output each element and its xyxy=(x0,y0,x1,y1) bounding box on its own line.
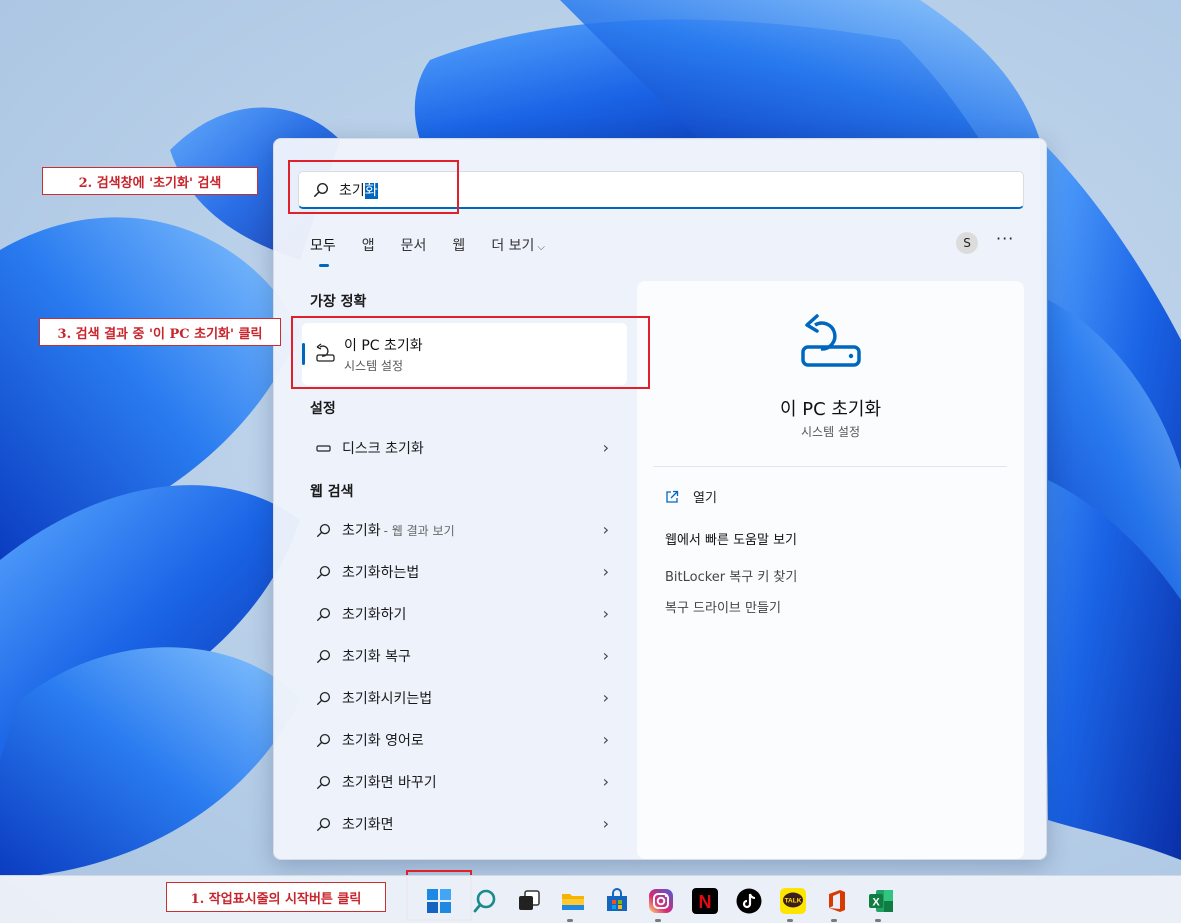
start-search-panel: 초기화 모두 앱 문서 웹 더 보기 ⌵ S ··· 가장 정확 이 PC 초기화… xyxy=(273,138,1047,860)
open-label: 열기 xyxy=(693,491,717,506)
open-action[interactable]: 열기 xyxy=(665,487,717,506)
search-icon xyxy=(316,607,331,621)
search-icon xyxy=(316,733,331,747)
web-result-label: 초기화면 xyxy=(342,817,394,833)
web-result-item[interactable]: 초기화면 › xyxy=(302,805,627,843)
netflix-icon[interactable]: N xyxy=(692,888,718,914)
annotation-step-3: 3. 검색 결과 중 '이 PC 초기화' 클릭 xyxy=(39,318,281,346)
instagram-icon[interactable] xyxy=(648,888,674,914)
search-icon xyxy=(316,565,331,579)
web-result-label: 초기화시키는법 xyxy=(342,691,433,707)
web-result-label: 초기화 xyxy=(342,523,381,539)
file-explorer-icon[interactable] xyxy=(560,888,586,914)
kakaotalk-icon[interactable]: TALK xyxy=(780,888,806,914)
web-result-label: 초기화하기 xyxy=(342,607,407,623)
section-web-search: 웹 검색 xyxy=(310,484,354,500)
task-view-icon[interactable] xyxy=(516,888,542,914)
web-result-label: 초기화하는법 xyxy=(342,565,420,581)
web-result-item[interactable]: 초기화면 바꾸기 › xyxy=(302,763,627,801)
taskbar: 1. 작업표시줄의 시작버튼 클릭 N TALK X xyxy=(0,875,1181,923)
chevron-right-icon: › xyxy=(602,438,609,457)
divider xyxy=(653,466,1007,467)
windows-start-icon[interactable] xyxy=(426,888,452,914)
excel-letter: X xyxy=(872,897,880,909)
chevron-down-icon: ⌵ xyxy=(537,242,545,253)
chevron-right-icon: › xyxy=(602,520,609,539)
search-icon xyxy=(316,523,331,537)
search-filter-tabs: 모두 앱 문서 웹 더 보기 ⌵ xyxy=(310,235,571,267)
settings-item-disk-format[interactable]: 디스크 초기화 › xyxy=(302,429,627,467)
annotation-step-1: 1. 작업표시줄의 시작버튼 클릭 xyxy=(166,882,386,912)
search-icon xyxy=(316,775,331,789)
chevron-right-icon: › xyxy=(602,688,609,707)
tab-apps[interactable]: 앱 xyxy=(362,235,375,255)
web-result-label: 초기화 영어로 xyxy=(342,733,424,749)
web-result-item[interactable]: 초기화시키는법 › xyxy=(302,679,627,717)
web-result-label: 초기화 복구 xyxy=(342,649,411,665)
web-result-item[interactable]: 초기화 복구 › xyxy=(302,637,627,675)
disk-icon xyxy=(316,444,331,452)
link-recovery-drive[interactable]: 복구 드라이브 만들기 xyxy=(665,597,781,616)
detail-subtitle: 시스템 설정 xyxy=(800,425,860,439)
tiktok-icon[interactable] xyxy=(736,888,762,914)
web-result-item[interactable]: 초기화하는법 › xyxy=(302,553,627,591)
running-indicator xyxy=(787,919,793,922)
chevron-right-icon: › xyxy=(602,772,609,791)
netflix-letter: N xyxy=(699,892,712,912)
microsoft-store-icon[interactable] xyxy=(604,888,630,914)
settings-item-label: 디스크 초기화 xyxy=(342,441,424,457)
web-help-heading: 웹에서 빠른 도움말 보기 xyxy=(665,533,797,548)
link-bitlocker-key[interactable]: BitLocker 복구 키 찾기 xyxy=(665,566,797,585)
annotation-box-search xyxy=(288,160,459,214)
chevron-right-icon: › xyxy=(602,604,609,623)
tab-more[interactable]: 더 보기 ⌵ xyxy=(491,235,545,255)
annotation-step-2: 2. 검색창에 '초기화' 검색 xyxy=(42,167,258,195)
detail-pane: 이 PC 초기화 시스템 설정 열기 웹에서 빠른 도움말 보기 BitLock… xyxy=(637,281,1024,859)
running-indicator xyxy=(567,919,573,922)
chevron-right-icon: › xyxy=(602,646,609,665)
section-settings: 설정 xyxy=(310,401,336,417)
web-result-hint: - 웹 결과 보기 xyxy=(383,523,455,538)
web-result-item[interactable]: 초기화하기 › xyxy=(302,595,627,633)
detail-title: 이 PC 초기화 xyxy=(779,399,882,420)
web-result-item[interactable]: 초기화 영어로 › xyxy=(302,721,627,759)
running-indicator xyxy=(655,919,661,922)
reset-pc-icon xyxy=(801,314,861,367)
excel-icon[interactable]: X xyxy=(868,888,894,914)
tab-web[interactable]: 웹 xyxy=(452,235,465,255)
search-icon xyxy=(316,649,331,663)
web-result-item[interactable]: 초기화 - 웹 결과 보기 › xyxy=(302,511,627,549)
running-indicator xyxy=(831,919,837,922)
section-best-match: 가장 정확 xyxy=(310,294,367,310)
chevron-right-icon: › xyxy=(602,562,609,581)
annotation-box-best-match xyxy=(291,316,650,389)
account-avatar[interactable]: S xyxy=(956,232,978,254)
more-options-button[interactable]: ··· xyxy=(996,229,1014,248)
open-external-icon xyxy=(666,490,679,503)
tab-more-label: 더 보기 xyxy=(491,238,535,254)
tab-all[interactable]: 모두 xyxy=(310,235,336,267)
tab-documents[interactable]: 문서 xyxy=(401,235,427,255)
chevron-right-icon: › xyxy=(602,814,609,833)
running-indicator xyxy=(875,919,881,922)
kakaotalk-label: TALK xyxy=(785,898,802,905)
search-icon xyxy=(316,817,331,831)
search-icon xyxy=(316,691,331,705)
chevron-right-icon: › xyxy=(602,730,609,749)
office-icon[interactable] xyxy=(824,888,850,914)
web-result-label: 초기화면 바꾸기 xyxy=(342,775,437,791)
search-icon[interactable] xyxy=(472,888,498,914)
